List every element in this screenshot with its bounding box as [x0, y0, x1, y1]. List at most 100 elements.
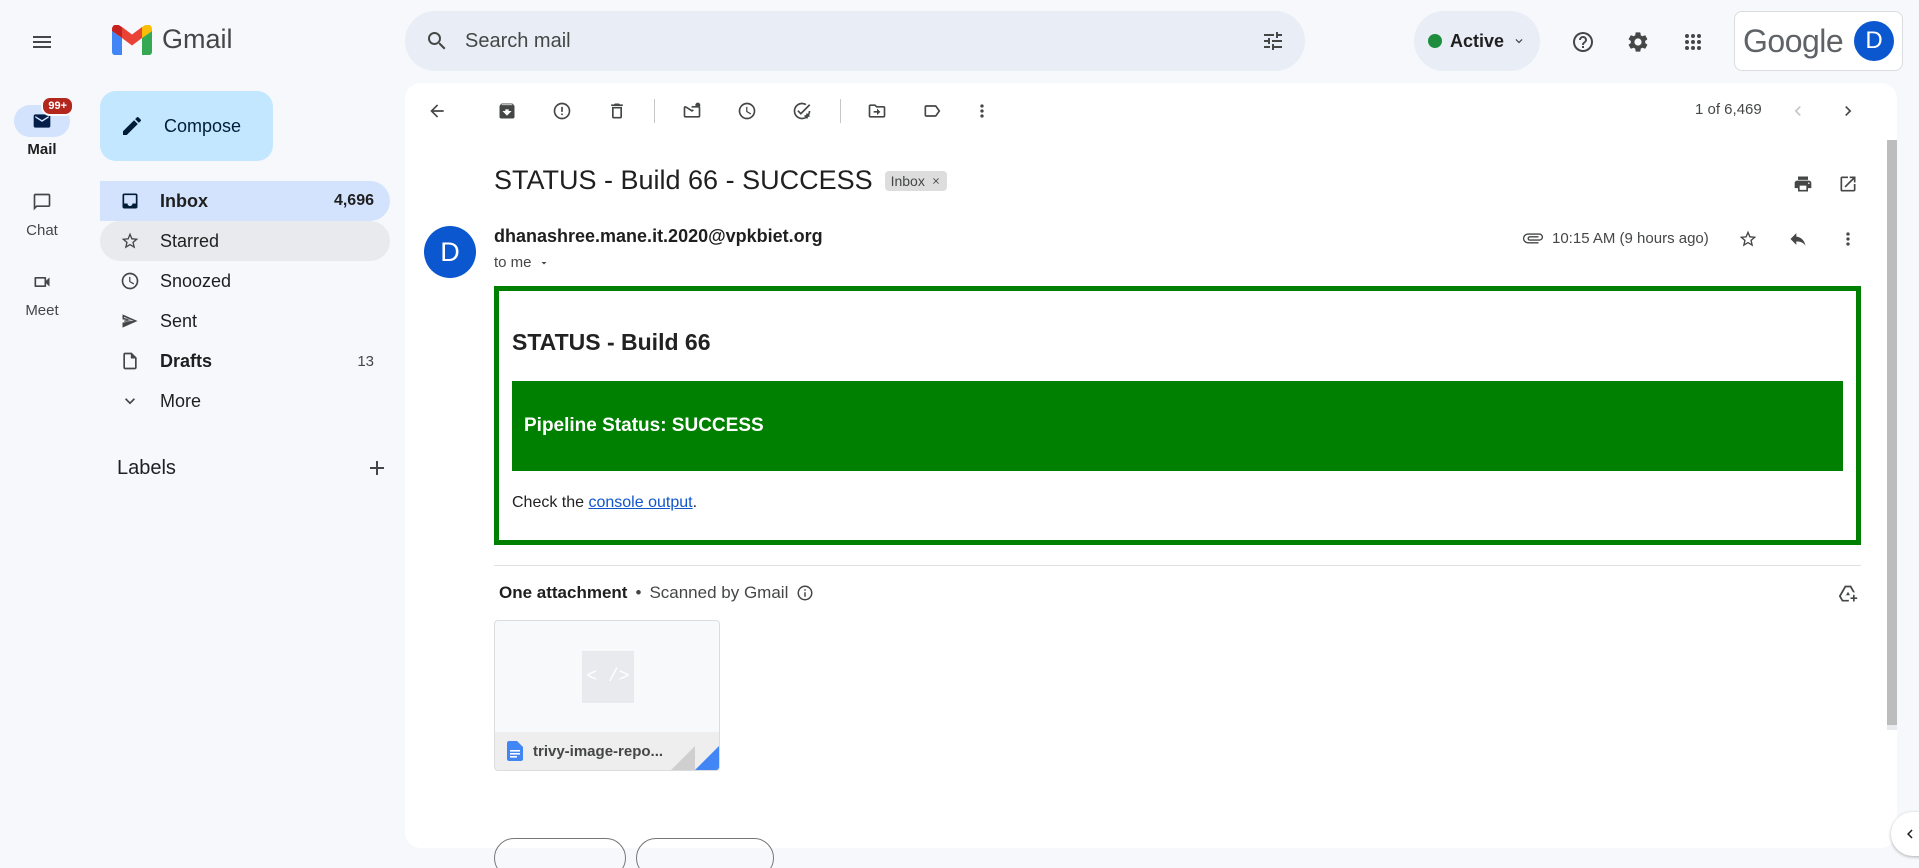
gear-icon [1628, 32, 1648, 52]
app-name: Gmail [162, 24, 233, 54]
pipeline-status-banner: Pipeline Status: SUCCESS [512, 381, 1843, 471]
console-output-link[interactable]: console output [588, 494, 692, 511]
newer-button[interactable] [1778, 91, 1818, 131]
delete-button[interactable] [597, 91, 637, 131]
trash-icon [611, 103, 623, 119]
check-suffix: . [692, 494, 698, 511]
add-to-drive-icon [1838, 585, 1858, 602]
message-time: 10:15 AM (9 hours ago) [1522, 227, 1709, 249]
check-prefix: Check the [512, 494, 589, 511]
attachments-header: One attachment • Scanned by Gmail [499, 583, 814, 603]
reply-icon [1790, 233, 1806, 246]
rail-label-meet: Meet [25, 302, 59, 319]
nav-item-inbox[interactable]: Inbox 4,696 [100, 181, 390, 221]
open-in-new-icon [1840, 176, 1856, 192]
message-subject-row: STATUS - Build 66 - SUCCESS Inbox [494, 165, 947, 196]
google-logo: Google [1743, 22, 1844, 59]
nav-item-more[interactable]: More [100, 381, 390, 421]
recipient-details[interactable]: to me [494, 254, 550, 271]
label-chip: Inbox [884, 170, 947, 191]
settings-button[interactable] [1618, 22, 1658, 62]
gmail-logo[interactable]: Gmail [112, 24, 233, 55]
avatar[interactable]: D [1854, 21, 1894, 61]
rail-item-mail[interactable]: 99+ Mail [0, 96, 84, 158]
pagination-text: 1 of 6,469 [1695, 101, 1762, 118]
search-icon[interactable] [425, 29, 449, 53]
mark-unread-button[interactable] [672, 91, 712, 131]
account-switcher[interactable]: Google D [1734, 11, 1903, 71]
status-selector[interactable]: Active [1414, 11, 1540, 71]
forward-pill-button[interactable] [636, 838, 774, 868]
snooze-button[interactable] [727, 91, 767, 131]
reply-button[interactable] [1778, 219, 1818, 259]
nav-item-sent[interactable]: Sent [100, 301, 390, 341]
nav-label: Sent [160, 310, 198, 331]
move-to-button[interactable] [857, 91, 897, 131]
apps-button[interactable] [1673, 22, 1713, 62]
folder-move-icon [868, 104, 886, 118]
nav-item-drafts[interactable]: Drafts 13 [100, 341, 390, 381]
labels-section: Labels [117, 456, 389, 480]
hamburger-menu-icon [33, 36, 51, 48]
draft-icon [123, 352, 137, 370]
chevron-left-icon [1794, 106, 1801, 116]
close-icon[interactable] [931, 176, 941, 186]
older-button[interactable] [1828, 91, 1868, 131]
more-options-button[interactable] [962, 91, 1002, 131]
message-more-button[interactable] [1828, 219, 1868, 259]
chevron-left-icon [1907, 829, 1913, 839]
archive-icon [499, 103, 515, 119]
pencil-icon [123, 116, 142, 135]
search-options-icon[interactable] [1261, 29, 1285, 53]
nav-count: 13 [357, 352, 374, 370]
scanned-text: Scanned by Gmail [649, 583, 789, 602]
labels-title: Labels [117, 456, 176, 479]
rail-item-chat[interactable]: Chat [0, 186, 84, 239]
rail-item-meet[interactable]: Meet [0, 266, 84, 319]
add-to-drive-button[interactable] [1828, 574, 1868, 614]
email-body: STATUS - Build 66 Pipeline Status: SUCCE… [494, 286, 1861, 545]
archive-button[interactable] [487, 91, 527, 131]
search-input[interactable] [465, 29, 1261, 53]
attachment-card[interactable]: < /> trivy-image-repo... [494, 620, 720, 771]
nav-item-snoozed[interactable]: Snoozed [100, 261, 390, 301]
compose-label: Compose [164, 115, 242, 136]
apps-grid-icon [1685, 34, 1701, 50]
attachment-count: One attachment [499, 583, 628, 602]
add-to-tasks-button[interactable] [782, 91, 822, 131]
gmail-m-icon [112, 24, 152, 55]
reply-pill-button[interactable] [494, 838, 626, 868]
unread-badge: 99+ [41, 96, 74, 116]
plus-icon[interactable] [365, 456, 389, 480]
print-all-button[interactable] [1783, 164, 1823, 204]
back-button[interactable] [417, 91, 457, 131]
message-timestamp: 10:15 AM (9 hours ago) [1552, 229, 1709, 247]
search-bar [405, 11, 1305, 71]
chevron-down-icon [1515, 39, 1523, 44]
send-icon [122, 314, 138, 328]
labels-button[interactable] [912, 91, 952, 131]
caret-down-icon [541, 261, 547, 264]
more-vert-icon [1846, 232, 1850, 246]
mark-unread-icon [683, 102, 701, 118]
nav-label: Starred [160, 230, 220, 251]
attachment-filename: trivy-image-repo... [533, 742, 664, 760]
toolbar-divider [840, 99, 841, 123]
star-button[interactable] [1728, 219, 1768, 259]
nav-label: Inbox [160, 190, 208, 211]
support-button[interactable] [1563, 22, 1603, 62]
console-output-line: Check the console output. [512, 494, 697, 512]
report-spam-button[interactable] [542, 91, 582, 131]
sender-email[interactable]: dhanashree.mane.it.2020@vpkbiet.org [494, 226, 823, 247]
open-new-window-button[interactable] [1828, 164, 1868, 204]
chat-icon [33, 193, 51, 211]
attachment-icon [1522, 233, 1544, 244]
nav-item-starred[interactable]: Starred [100, 221, 390, 261]
add-task-icon [793, 102, 811, 120]
scrollbar-thumb[interactable] [1887, 140, 1897, 725]
page-fold-corner [695, 746, 719, 770]
info-icon[interactable] [796, 584, 814, 602]
main-menu-button[interactable] [22, 22, 62, 62]
compose-button[interactable]: Compose [100, 91, 273, 161]
sender-avatar[interactable]: D [424, 226, 476, 278]
